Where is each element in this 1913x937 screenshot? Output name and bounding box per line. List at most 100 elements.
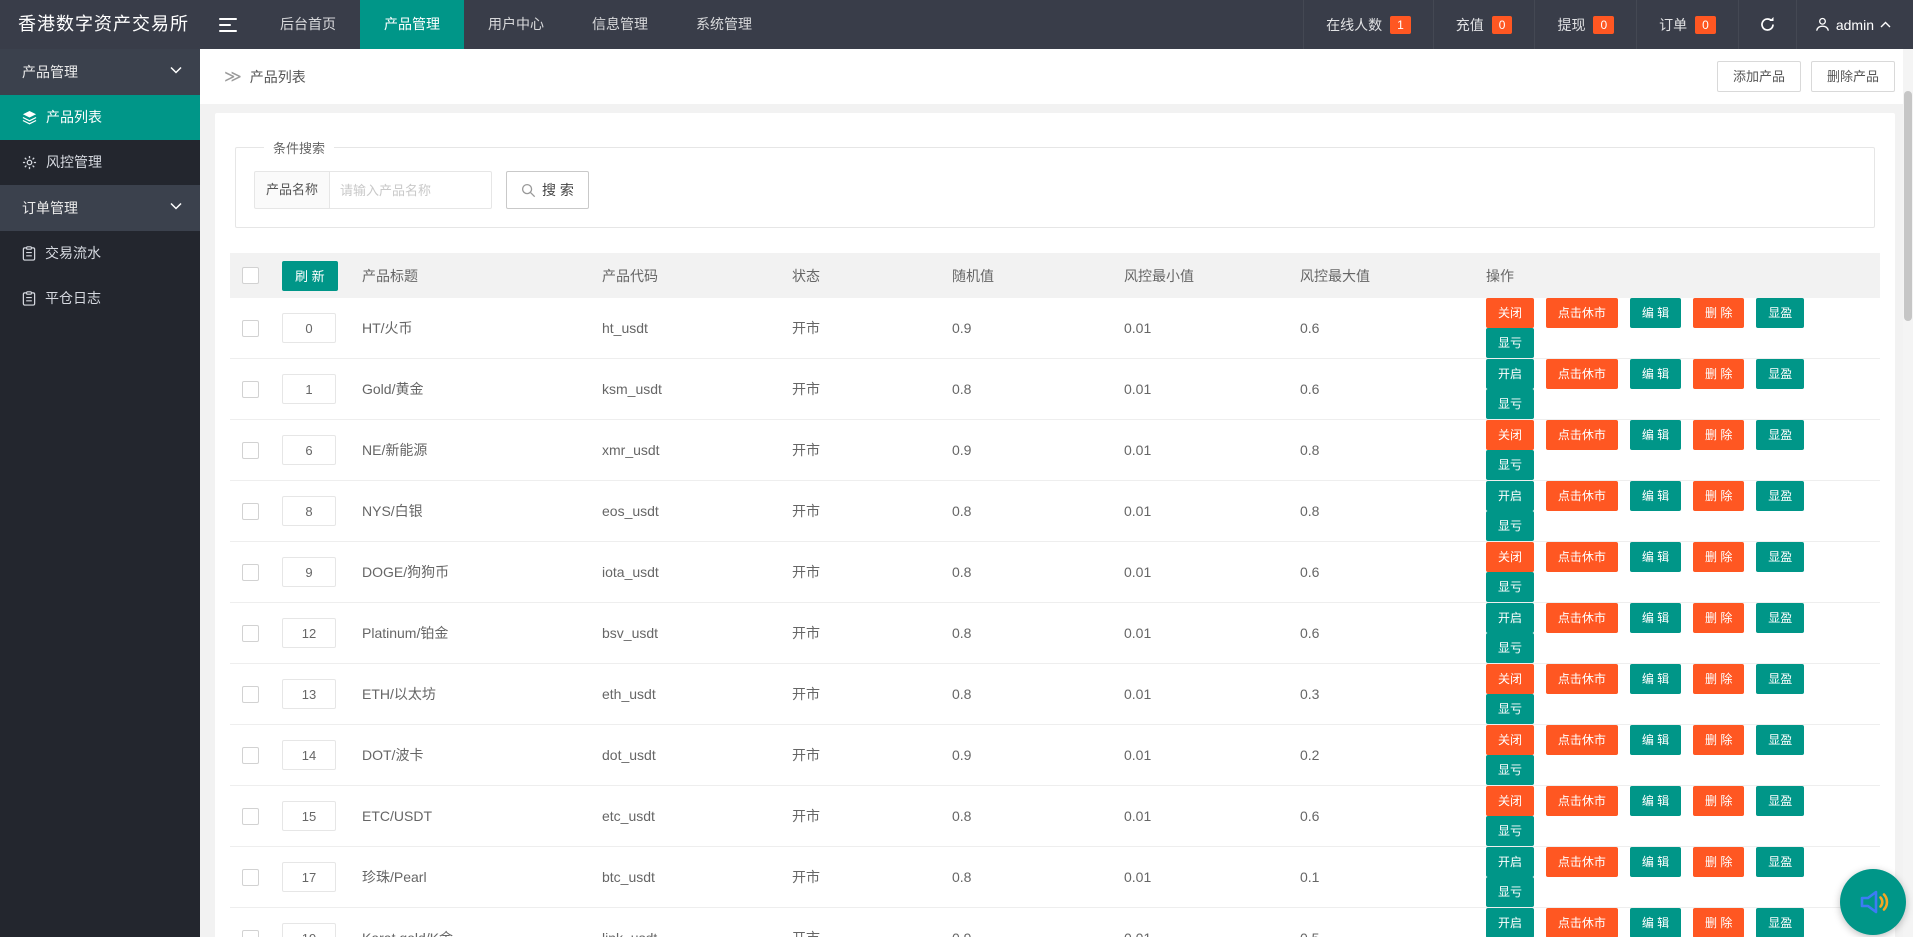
product-id-input[interactable] bbox=[282, 801, 336, 831]
show-profit-button[interactable]: 显盈 bbox=[1756, 725, 1804, 755]
row-checkbox[interactable] bbox=[242, 747, 259, 764]
toggle-market-button[interactable]: 关闭 bbox=[1486, 420, 1534, 450]
sidebar-group-products[interactable]: 产品管理 bbox=[0, 49, 200, 95]
product-id-input[interactable] bbox=[282, 740, 336, 770]
delete-button[interactable]: 删 除 bbox=[1693, 481, 1744, 511]
toggle-market-button[interactable]: 开启 bbox=[1486, 603, 1534, 633]
product-id-input[interactable] bbox=[282, 679, 336, 709]
audio-fab-button[interactable] bbox=[1840, 869, 1906, 935]
delete-button[interactable]: 删 除 bbox=[1693, 603, 1744, 633]
hamburger-menu-icon[interactable] bbox=[200, 0, 256, 49]
pause-market-button[interactable]: 点击休市 bbox=[1546, 603, 1618, 633]
stat-deposit[interactable]: 充值 0 bbox=[1433, 0, 1535, 49]
pause-market-button[interactable]: 点击休市 bbox=[1546, 725, 1618, 755]
scrollbar-thumb[interactable] bbox=[1904, 91, 1912, 321]
show-profit-button[interactable]: 显盈 bbox=[1756, 359, 1804, 389]
stat-orders[interactable]: 订单 0 bbox=[1636, 0, 1738, 49]
product-id-input[interactable] bbox=[282, 557, 336, 587]
product-id-input[interactable] bbox=[282, 618, 336, 648]
edit-button[interactable]: 编 辑 bbox=[1630, 603, 1681, 633]
search-button[interactable]: 搜 索 bbox=[506, 171, 589, 209]
toggle-market-button[interactable]: 关闭 bbox=[1486, 542, 1534, 572]
edit-button[interactable]: 编 辑 bbox=[1630, 481, 1681, 511]
pause-market-button[interactable]: 点击休市 bbox=[1546, 542, 1618, 572]
add-product-button[interactable]: 添加产品 bbox=[1717, 61, 1801, 92]
show-loss-button[interactable]: 显亏 bbox=[1486, 511, 1534, 541]
row-checkbox[interactable] bbox=[242, 442, 259, 459]
show-profit-button[interactable]: 显盈 bbox=[1756, 420, 1804, 450]
sidebar-item-product-list[interactable]: 产品列表 bbox=[0, 95, 200, 140]
delete-button[interactable]: 删 除 bbox=[1693, 542, 1744, 572]
show-loss-button[interactable]: 显亏 bbox=[1486, 755, 1534, 785]
product-id-input[interactable] bbox=[282, 435, 336, 465]
edit-button[interactable]: 编 辑 bbox=[1630, 786, 1681, 816]
row-checkbox[interactable] bbox=[242, 381, 259, 398]
page-scrollbar[interactable] bbox=[1903, 49, 1913, 937]
show-loss-button[interactable]: 显亏 bbox=[1486, 389, 1534, 419]
toggle-market-button[interactable]: 开启 bbox=[1486, 481, 1534, 511]
row-checkbox[interactable] bbox=[242, 869, 259, 886]
delete-button[interactable]: 删 除 bbox=[1693, 298, 1744, 328]
row-checkbox[interactable] bbox=[242, 930, 259, 937]
edit-button[interactable]: 编 辑 bbox=[1630, 542, 1681, 572]
row-checkbox[interactable] bbox=[242, 625, 259, 642]
stat-online[interactable]: 在线人数 1 bbox=[1303, 0, 1433, 49]
product-name-input[interactable] bbox=[330, 171, 492, 209]
delete-button[interactable]: 删 除 bbox=[1693, 908, 1744, 937]
pause-market-button[interactable]: 点击休市 bbox=[1546, 847, 1618, 877]
show-profit-button[interactable]: 显盈 bbox=[1756, 298, 1804, 328]
toggle-market-button[interactable]: 开启 bbox=[1486, 908, 1534, 937]
product-id-input[interactable] bbox=[282, 374, 336, 404]
toggle-market-button[interactable]: 关闭 bbox=[1486, 725, 1534, 755]
pause-market-button[interactable]: 点击休市 bbox=[1546, 359, 1618, 389]
product-id-input[interactable] bbox=[282, 862, 336, 892]
show-loss-button[interactable]: 显亏 bbox=[1486, 694, 1534, 724]
pause-market-button[interactable]: 点击休市 bbox=[1546, 481, 1618, 511]
toggle-market-button[interactable]: 关闭 bbox=[1486, 664, 1534, 694]
show-loss-button[interactable]: 显亏 bbox=[1486, 877, 1534, 907]
row-checkbox[interactable] bbox=[242, 686, 259, 703]
refresh-button[interactable]: 刷 新 bbox=[282, 261, 338, 291]
edit-button[interactable]: 编 辑 bbox=[1630, 725, 1681, 755]
show-loss-button[interactable]: 显亏 bbox=[1486, 328, 1534, 358]
edit-button[interactable]: 编 辑 bbox=[1630, 298, 1681, 328]
show-profit-button[interactable]: 显盈 bbox=[1756, 847, 1804, 877]
show-profit-button[interactable]: 显盈 bbox=[1756, 542, 1804, 572]
show-loss-button[interactable]: 显亏 bbox=[1486, 633, 1534, 663]
show-profit-button[interactable]: 显盈 bbox=[1756, 786, 1804, 816]
show-loss-button[interactable]: 显亏 bbox=[1486, 450, 1534, 480]
delete-button[interactable]: 删 除 bbox=[1693, 420, 1744, 450]
delete-button[interactable]: 删 除 bbox=[1693, 725, 1744, 755]
edit-button[interactable]: 编 辑 bbox=[1630, 420, 1681, 450]
sidebar-item-trade-flow[interactable]: 交易流水 bbox=[0, 231, 200, 276]
row-checkbox[interactable] bbox=[242, 808, 259, 825]
select-all-checkbox[interactable] bbox=[242, 267, 259, 284]
edit-button[interactable]: 编 辑 bbox=[1630, 908, 1681, 937]
edit-button[interactable]: 编 辑 bbox=[1630, 847, 1681, 877]
toggle-market-button[interactable]: 关闭 bbox=[1486, 786, 1534, 816]
toggle-market-button[interactable]: 关闭 bbox=[1486, 298, 1534, 328]
sidebar-item-close-log[interactable]: 平仓日志 bbox=[0, 276, 200, 321]
nav-item-products[interactable]: 产品管理 bbox=[360, 0, 464, 49]
show-profit-button[interactable]: 显盈 bbox=[1756, 481, 1804, 511]
refresh-icon[interactable] bbox=[1738, 0, 1796, 49]
delete-button[interactable]: 删 除 bbox=[1693, 847, 1744, 877]
row-checkbox[interactable] bbox=[242, 320, 259, 337]
pause-market-button[interactable]: 点击休市 bbox=[1546, 664, 1618, 694]
nav-item-system[interactable]: 系统管理 bbox=[672, 0, 776, 49]
product-id-input[interactable] bbox=[282, 496, 336, 526]
row-checkbox[interactable] bbox=[242, 564, 259, 581]
delete-product-button[interactable]: 删除产品 bbox=[1811, 61, 1895, 92]
nav-item-dashboard[interactable]: 后台首页 bbox=[256, 0, 360, 49]
show-profit-button[interactable]: 显盈 bbox=[1756, 908, 1804, 937]
stat-withdraw[interactable]: 提现 0 bbox=[1534, 0, 1636, 49]
delete-button[interactable]: 删 除 bbox=[1693, 664, 1744, 694]
delete-button[interactable]: 删 除 bbox=[1693, 359, 1744, 389]
product-id-input[interactable] bbox=[282, 313, 336, 343]
toggle-market-button[interactable]: 开启 bbox=[1486, 359, 1534, 389]
product-id-input[interactable] bbox=[282, 923, 336, 937]
nav-item-info[interactable]: 信息管理 bbox=[568, 0, 672, 49]
row-checkbox[interactable] bbox=[242, 503, 259, 520]
edit-button[interactable]: 编 辑 bbox=[1630, 664, 1681, 694]
pause-market-button[interactable]: 点击休市 bbox=[1546, 908, 1618, 937]
